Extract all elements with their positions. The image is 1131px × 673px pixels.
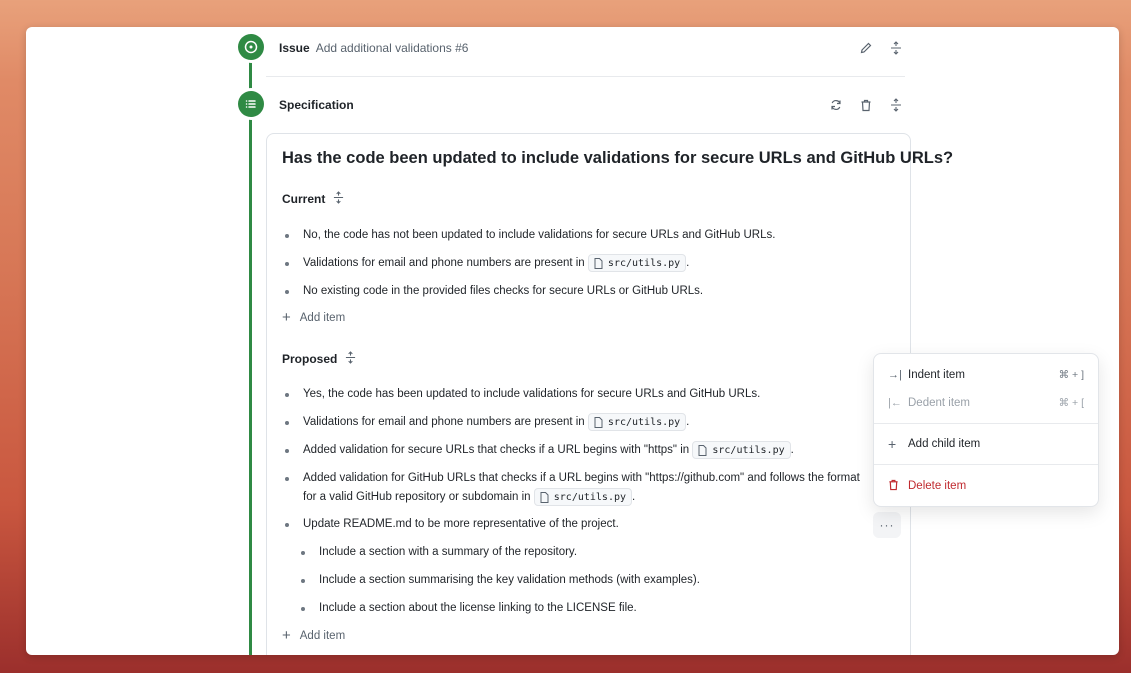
file-icon xyxy=(698,444,707,456)
list-item-text: No, the code has not been updated to inc… xyxy=(303,229,776,241)
bullet-dot xyxy=(301,551,305,555)
pencil-icon[interactable] xyxy=(857,39,875,57)
child-list-item[interactable]: Include a section summarising the key va… xyxy=(301,571,700,590)
current-label: Current xyxy=(282,192,326,206)
menu-item-label: Dedent item xyxy=(908,397,971,409)
menu-dedent-item[interactable]: |← Dedent item ⌘ + [ xyxy=(874,389,1098,417)
list-item[interactable]: No, the code has not been updated to inc… xyxy=(285,226,775,245)
list-item-text: No existing code in the provided files c… xyxy=(303,285,704,297)
list-item[interactable]: Yes, the code has been updated to includ… xyxy=(285,385,760,404)
list-item-text-after: . xyxy=(632,491,636,504)
bullet-dot xyxy=(285,449,289,453)
add-item-label: Add item xyxy=(299,311,346,324)
bullet-dot xyxy=(285,393,289,397)
specification-row: Specification xyxy=(279,91,905,119)
menu-divider xyxy=(874,423,1098,424)
bullet-dot xyxy=(285,421,289,425)
unfold-icon[interactable] xyxy=(345,351,356,367)
plus-icon: + xyxy=(888,436,897,452)
list-item[interactable]: Update README.md to be more representati… xyxy=(285,515,619,534)
list-item[interactable]: Added validation for GitHub URLs that ch… xyxy=(285,469,863,507)
bullet-dot xyxy=(285,523,289,527)
child-list-item[interactable]: Include a section with a summary of the … xyxy=(301,543,577,562)
file-reference[interactable]: src/utils.py xyxy=(692,441,791,459)
menu-delete-item[interactable]: Delete item xyxy=(874,472,1098,500)
menu-indent-item[interactable]: →| Indent item ⌘ + ] xyxy=(874,361,1098,389)
list-item[interactable]: Added validation for secure URLs that ch… xyxy=(285,441,794,460)
list-item-text: Added validation for secure URLs that ch… xyxy=(303,444,690,457)
list-item[interactable]: No existing code in the provided files c… xyxy=(285,282,703,301)
file-reference[interactable]: src/utils.py xyxy=(587,254,687,272)
file-path: src/utils.py xyxy=(553,491,627,503)
bullet-dot xyxy=(285,477,289,481)
list-item-text: Include a section about the license link… xyxy=(319,602,637,614)
indent-icon: →| xyxy=(888,369,902,381)
menu-add-child-item[interactable]: + Add child item xyxy=(874,430,1098,458)
list-item-text: Validations for email and phone numbers … xyxy=(303,257,585,270)
trash-icon xyxy=(888,479,908,494)
plus-icon: + xyxy=(282,309,291,326)
plus-icon: + xyxy=(282,627,291,644)
add-item-button[interactable]: + Add item xyxy=(282,310,345,325)
bullet-dot xyxy=(301,579,305,583)
section-divider xyxy=(266,76,905,77)
file-path: src/utils.py xyxy=(607,416,681,428)
dedent-icon: |← xyxy=(888,397,902,409)
unfold-icon[interactable] xyxy=(887,96,905,114)
list-icon xyxy=(238,91,264,117)
bullet-dot xyxy=(301,607,305,611)
list-item-text: Include a section with a summary of the … xyxy=(319,546,578,558)
menu-item-label: Add child item xyxy=(908,438,981,450)
menu-item-label: Delete item xyxy=(908,480,967,492)
current-section-label: Current xyxy=(282,191,344,207)
menu-item-label: Indent item xyxy=(908,369,965,381)
menu-item-shortcut: ⌘ + ] xyxy=(1058,369,1084,381)
bullet-dot xyxy=(285,262,289,266)
file-path: src/utils.py xyxy=(712,444,785,456)
sync-icon[interactable] xyxy=(827,96,845,114)
question-title: Has the code been updated to include val… xyxy=(282,149,954,167)
file-path: src/utils.py xyxy=(607,257,681,269)
issue-title[interactable]: Add additional validations #6 xyxy=(316,41,469,55)
list-item[interactable]: Validations for email and phone numbers … xyxy=(285,413,689,432)
trash-icon[interactable] xyxy=(857,96,875,114)
menu-divider xyxy=(874,464,1098,465)
file-reference[interactable]: src/utils.py xyxy=(587,413,687,431)
menu-item-shortcut: ⌘ + [ xyxy=(1058,397,1084,409)
list-item-text: Validations for email and phone numbers … xyxy=(303,416,585,429)
unfold-icon[interactable] xyxy=(887,39,905,57)
file-icon xyxy=(594,416,603,428)
child-list-item[interactable]: Include a section about the license link… xyxy=(301,599,637,618)
add-item-button[interactable]: + Add item xyxy=(282,628,345,643)
item-context-menu: →| Indent item ⌘ + ] |← Dedent item ⌘ + … xyxy=(873,353,1099,507)
file-icon xyxy=(540,491,549,503)
list-item-text: Yes, the code has been updated to includ… xyxy=(303,388,761,400)
proposed-label: Proposed xyxy=(282,352,338,366)
bullet-dot xyxy=(285,290,289,294)
issue-label: Issue xyxy=(279,41,310,55)
list-item-text-after: . xyxy=(686,416,690,429)
issue-row: Issue Add additional validations #6 xyxy=(279,34,905,62)
bullet-dot xyxy=(285,234,289,238)
file-icon xyxy=(594,257,603,269)
list-item[interactable]: Validations for email and phone numbers … xyxy=(285,254,689,273)
timeline-line xyxy=(249,47,252,655)
app-window: Issue Add additional validations #6 Spec… xyxy=(26,27,1119,655)
list-item-text-after: . xyxy=(790,444,794,457)
list-item-text: Update README.md to be more representati… xyxy=(303,518,619,530)
issue-opened-icon xyxy=(238,34,264,60)
proposed-section-label: Proposed xyxy=(282,351,356,367)
unfold-icon[interactable] xyxy=(333,191,344,207)
list-item-text: Include a section summarising the key va… xyxy=(319,574,700,586)
file-reference[interactable]: src/utils.py xyxy=(533,488,633,506)
more-options-button[interactable]: ··· xyxy=(873,512,901,538)
specification-card: Has the code been updated to include val… xyxy=(266,133,953,655)
list-item-text-after: . xyxy=(686,257,690,270)
specification-label: Specification xyxy=(279,98,354,112)
add-item-label: Add item xyxy=(299,629,346,642)
